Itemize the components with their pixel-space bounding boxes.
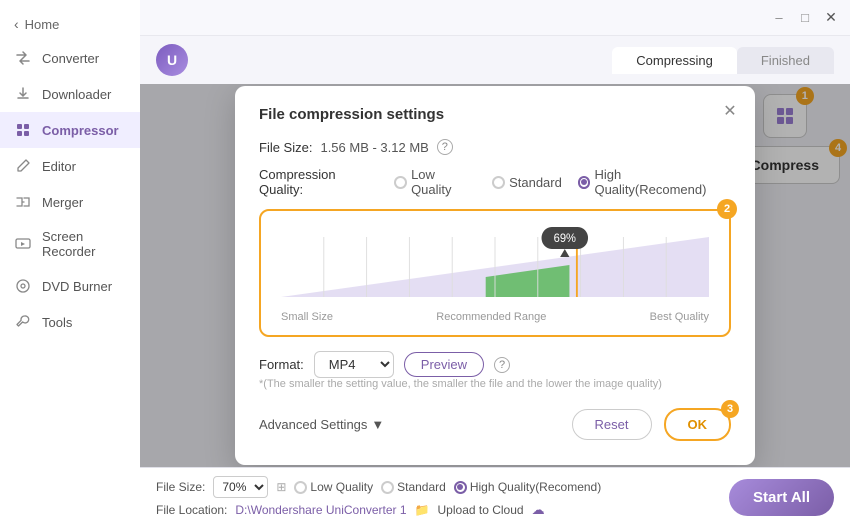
converter-label: Converter [42, 51, 99, 66]
start-all-button[interactable]: Start All [729, 479, 834, 516]
bottom-file-size-label: File Size: [156, 480, 205, 494]
bottom-left: File Size: 70% 50% 80% 90% ⊞ Low Quality… [156, 476, 713, 518]
chart-container: 2 [259, 209, 731, 337]
compressor-icon [14, 121, 32, 139]
folder-icon[interactable]: 📁 [415, 503, 430, 517]
chart-labels: Small Size Recommended Range Best Qualit… [281, 311, 709, 323]
format-select[interactable]: MP4 MOV AVI MKV WMV [314, 351, 394, 378]
maximize-button[interactable]: □ [796, 9, 814, 27]
compression-quality-row: Compression Quality: Low Quality Standar… [259, 167, 731, 197]
sidebar-item-downloader[interactable]: Downloader [0, 76, 140, 112]
sidebar-item-screen-recorder[interactable]: Screen Recorder [0, 220, 140, 268]
reset-button[interactable]: Reset [572, 409, 652, 440]
tab-bar: Compressing Finished [612, 47, 834, 74]
home-label: Home [25, 17, 60, 32]
content-area: 1 4 Compress ✕ File compression settings [140, 84, 850, 467]
bottom-quality-standard[interactable]: Standard [381, 480, 446, 494]
sidebar-item-dvd-burner[interactable]: DVD Burner [0, 268, 140, 304]
logo-area: U [156, 44, 188, 76]
quality-option-low[interactable]: Low Quality [394, 167, 476, 197]
radio-low [394, 176, 407, 189]
sidebar-item-converter[interactable]: Converter [0, 40, 140, 76]
chevron-down-icon: ▼ [371, 417, 384, 432]
file-location-label: File Location: [156, 503, 227, 517]
preview-button[interactable]: Preview [404, 352, 484, 377]
merger-label: Merger [42, 195, 83, 210]
chart-step-badge: 2 [717, 199, 737, 219]
sidebar-item-merger[interactable]: Merger [0, 184, 140, 220]
tools-icon [14, 313, 32, 331]
bottom-radio-high [454, 481, 467, 494]
bottom-quality-low[interactable]: Low Quality [294, 480, 373, 494]
minimize-button[interactable]: – [770, 9, 788, 27]
bottom-bar: File Size: 70% 50% 80% 90% ⊞ Low Quality… [140, 467, 850, 526]
quality-option-high[interactable]: High Quality(Recomend) [578, 167, 731, 197]
best-quality-label: Best Quality [650, 311, 709, 323]
main-area: – □ ✕ U Compressing Finished 1 [140, 0, 850, 526]
file-size-bottom-row: File Size: 70% 50% 80% 90% ⊞ Low Quality… [156, 476, 713, 498]
bottom-radio-standard [381, 481, 394, 494]
sidebar-back-home[interactable]: ‹ Home [0, 8, 140, 40]
dvd-burner-icon [14, 277, 32, 295]
quality-option-standard[interactable]: Standard [492, 175, 562, 190]
top-area: U Compressing Finished [140, 36, 850, 84]
editor-icon [14, 157, 32, 175]
format-label: Format: [259, 357, 304, 372]
modal-close-button[interactable]: ✕ [719, 100, 741, 122]
bottom-quality-high[interactable]: High Quality(Recomend) [454, 480, 601, 494]
sidebar: ‹ Home Converter Downloader Compresso [0, 0, 140, 526]
file-size-row: File Size: 1.56 MB - 3.12 MB ? [259, 139, 731, 155]
file-location-row: File Location: D:\Wondershare UniConvert… [156, 502, 713, 518]
file-size-select[interactable]: 70% 50% 80% 90% [213, 476, 268, 498]
chart-area[interactable]: 69% [281, 227, 709, 307]
cloud-icon[interactable]: ☁ [532, 502, 545, 518]
format-help-icon[interactable]: ? [494, 357, 510, 373]
titlebar: – □ ✕ [140, 0, 850, 36]
sidebar-item-compressor[interactable]: Compressor [0, 112, 140, 148]
downloader-label: Downloader [42, 87, 111, 102]
back-arrow-icon: ‹ [14, 16, 19, 32]
file-location-value[interactable]: D:\Wondershare UniConverter 1 [235, 503, 406, 517]
tools-label: Tools [42, 315, 72, 330]
tab-compressing[interactable]: Compressing [612, 47, 737, 74]
modal-overlay: ✕ File compression settings File Size: 1… [140, 84, 850, 467]
editor-label: Editor [42, 159, 76, 174]
radio-high [578, 176, 591, 189]
sidebar-item-editor[interactable]: Editor [0, 148, 140, 184]
close-window-button[interactable]: ✕ [822, 9, 840, 27]
radio-standard [492, 176, 505, 189]
screen-recorder-icon [14, 235, 32, 253]
advanced-settings[interactable]: Advanced Settings ▼ [259, 417, 384, 432]
bottom-radio-low [294, 481, 307, 494]
downloader-icon [14, 85, 32, 103]
compressor-label: Compressor [42, 123, 119, 138]
merger-icon [14, 193, 32, 211]
app-logo: U [156, 44, 188, 76]
compression-quality-label: Compression Quality: [259, 167, 378, 197]
ok-button[interactable]: 3 OK [664, 408, 732, 441]
modal-footer: Advanced Settings ▼ Reset 3 OK [259, 408, 731, 441]
svg-text:69%: 69% [554, 233, 576, 245]
compress-small-icon: ⊞ [276, 480, 286, 494]
modal-title: File compression settings [259, 106, 731, 123]
screen-recorder-label: Screen Recorder [42, 229, 126, 259]
upload-cloud-label: Upload to Cloud [438, 503, 524, 517]
modal-dialog: ✕ File compression settings File Size: 1… [235, 86, 755, 465]
recommended-label: Recommended Range [436, 311, 546, 323]
small-size-label: Small Size [281, 311, 333, 323]
dvd-burner-label: DVD Burner [42, 279, 112, 294]
tab-finished[interactable]: Finished [737, 47, 834, 74]
file-size-label: File Size: [259, 140, 312, 155]
format-row: Format: MP4 MOV AVI MKV WMV Preview ? [259, 351, 731, 378]
converter-icon [14, 49, 32, 67]
ok-step-badge: 3 [721, 400, 739, 418]
file-size-value: 1.56 MB - 3.12 MB [320, 140, 428, 155]
note-text: *(The smaller the setting value, the sma… [259, 378, 731, 390]
file-size-help-icon[interactable]: ? [437, 139, 453, 155]
sidebar-item-tools[interactable]: Tools [0, 304, 140, 340]
